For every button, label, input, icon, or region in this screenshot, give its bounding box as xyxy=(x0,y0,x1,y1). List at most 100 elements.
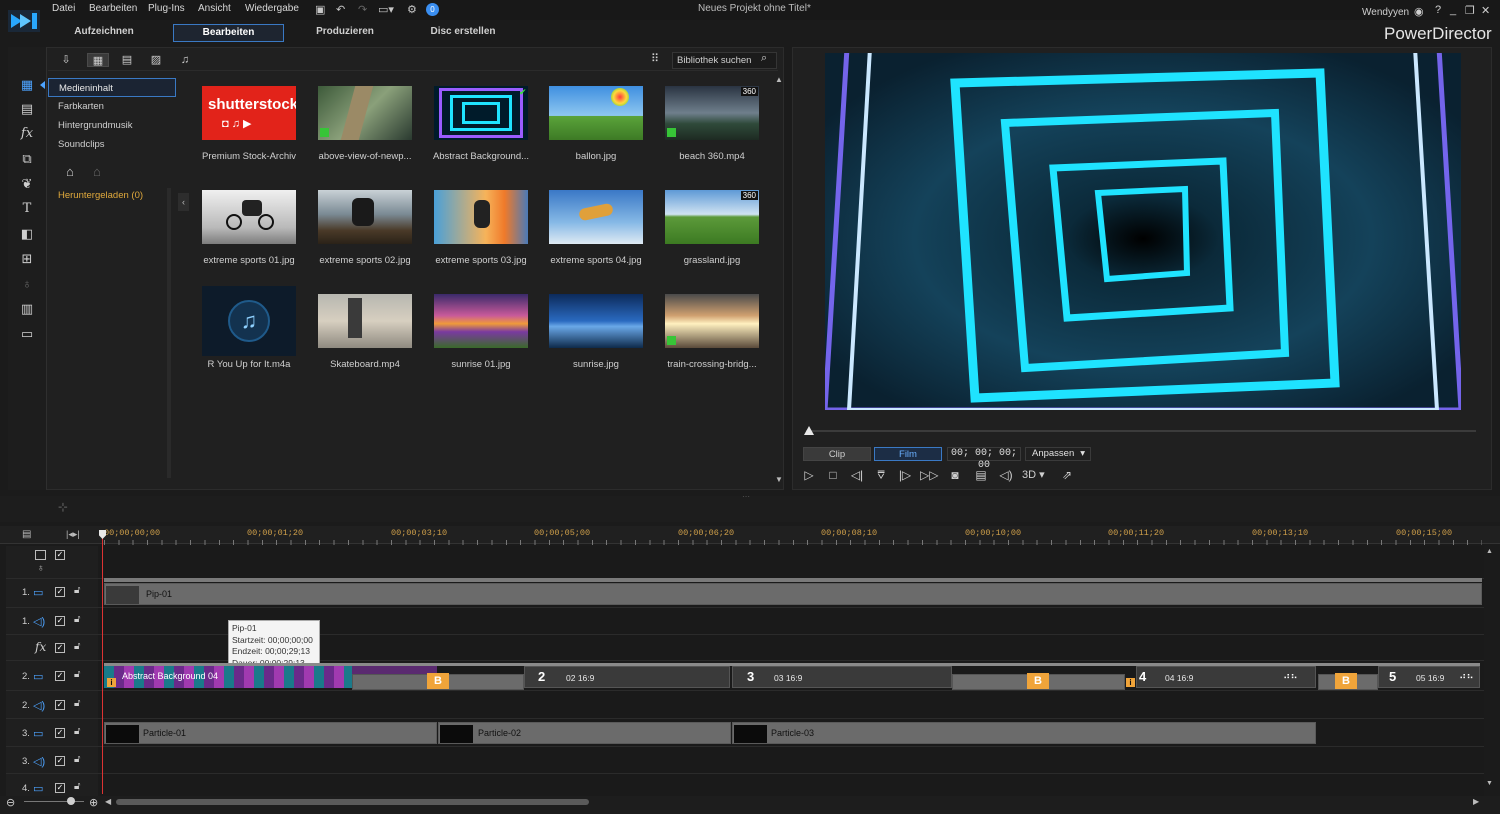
3d-mode-button[interactable]: 3D ▾ xyxy=(1022,468,1045,481)
split-icon[interactable]: ⩢ xyxy=(872,467,890,483)
menu-wiedergabe[interactable]: Wiedergabe xyxy=(245,3,299,14)
tab-aufzeichnen[interactable]: Aufzeichnen xyxy=(58,24,150,42)
category-media[interactable]: Medieninhalt xyxy=(48,78,176,97)
track-enable-checkbox[interactable]: ✓ xyxy=(55,616,65,626)
account-icon[interactable]: ◉ xyxy=(1414,5,1424,18)
save-icon[interactable]: ▣ xyxy=(315,3,325,16)
thumbnail-beach-360[interactable]: 360 xyxy=(665,86,759,140)
edit-tools-icon[interactable]: ⊹ xyxy=(58,500,68,514)
timecode-display[interactable]: 00; 00; 00; 00 xyxy=(947,447,1021,471)
track-enable-checkbox[interactable]: ✓ xyxy=(55,671,65,681)
thumbnail-ballon[interactable] xyxy=(549,86,643,140)
video-filter-icon[interactable]: ▤ xyxy=(116,53,138,67)
transition-icon[interactable]: B xyxy=(427,673,449,689)
transition-icon[interactable]: B xyxy=(1027,673,1049,689)
lock-icon[interactable]: 🔓︎ xyxy=(74,614,80,625)
zoom-in-icon[interactable]: ⊕ xyxy=(89,796,98,809)
thumbnail-extreme-sports-03[interactable] xyxy=(434,190,528,244)
abstract-clip[interactable]: i Abstract Background 04 xyxy=(104,666,352,688)
thumbnail-train-crossing[interactable] xyxy=(665,294,759,348)
track-enable-checkbox[interactable]: ✓ xyxy=(55,728,65,738)
close-icon[interactable]: ✕ xyxy=(1481,4,1490,17)
help-icon[interactable]: ? xyxy=(1435,4,1441,16)
seek-knob[interactable] xyxy=(804,426,814,435)
thumbnail-grassland[interactable]: 360 xyxy=(665,190,759,244)
search-icon[interactable]: ⌕ xyxy=(761,52,767,65)
tab-produzieren[interactable]: Produzieren xyxy=(300,24,390,42)
fit-dropdown[interactable]: Anpassen ▾ xyxy=(1025,447,1091,461)
transition-icon[interactable]: B xyxy=(1335,673,1357,689)
menu-plugins[interactable]: Plug-Ins xyxy=(148,3,185,14)
media-content-filter-icon[interactable]: ▦ xyxy=(87,53,109,67)
all-tracks-checkbox[interactable]: ✓ xyxy=(55,550,65,560)
minimize-icon[interactable]: _ xyxy=(1450,4,1456,16)
film-mode-tab[interactable]: Film xyxy=(874,447,942,461)
image-filter-icon[interactable]: ▨ xyxy=(145,53,167,67)
clip-mode-tab[interactable]: Clip xyxy=(803,447,871,461)
scroll-left-icon[interactable]: ◀ xyxy=(105,797,111,806)
remove-tag-icon[interactable]: ⌂ xyxy=(93,164,101,179)
aspect-ratio-icon[interactable]: ▭▾ xyxy=(378,3,394,16)
menu-bearbeiten[interactable]: Bearbeiten xyxy=(89,3,137,14)
fast-forward-icon[interactable]: ▷▷ xyxy=(920,467,938,483)
pip-clip[interactable]: Pip-01 xyxy=(104,583,1482,605)
template-room-icon[interactable]: ▤ xyxy=(17,100,37,118)
particle-03-clip[interactable]: Particle-03 xyxy=(732,722,1316,744)
thumbnail-extreme-sports-01[interactable] xyxy=(202,190,296,244)
category-background-music[interactable]: Hintergrundmusik xyxy=(48,116,176,135)
category-sound-clips[interactable]: Soundclips xyxy=(48,135,176,154)
audio-filter-icon[interactable]: ♫ xyxy=(174,53,196,67)
lock-icon[interactable]: 🔓︎ xyxy=(74,585,80,596)
particle-room-icon[interactable]: ❦ xyxy=(17,175,37,193)
volume-icon[interactable]: ◁) xyxy=(997,467,1015,483)
chapter-room-icon[interactable]: ▥ xyxy=(17,300,37,318)
scroll-right-icon[interactable]: ▶ xyxy=(1473,797,1479,806)
grid-view-icon[interactable]: ⠿ xyxy=(651,52,659,65)
timeline-horizontal-scrollbar[interactable] xyxy=(116,799,589,805)
thumbnail-extreme-sports-04[interactable] xyxy=(549,190,643,244)
audio-mixing-room-icon[interactable]: ⊞ xyxy=(17,250,37,268)
slide-4-clip[interactable]: 4 04 16:9 ⠴⠦ xyxy=(1136,666,1316,688)
menu-ansicht[interactable]: Ansicht xyxy=(198,3,231,14)
redo-icon[interactable]: ↷ xyxy=(358,3,367,16)
transition-room-icon[interactable]: ◧ xyxy=(17,225,37,243)
particle-02-clip[interactable]: Particle-02 xyxy=(438,722,731,744)
notification-icon[interactable]: 0 xyxy=(426,3,439,16)
track-manager-icon[interactable]: ▤ xyxy=(22,529,31,540)
pip-room-icon[interactable]: ⧉ xyxy=(17,150,37,168)
track-enable-checkbox[interactable]: ✓ xyxy=(55,700,65,710)
subtitle-toggle-icon[interactable]: ▤ xyxy=(972,467,990,483)
lock-icon[interactable]: 🔓︎ xyxy=(74,754,80,765)
downloaded-category[interactable]: Heruntergeladen (0) xyxy=(58,190,143,201)
menu-datei[interactable]: Datei xyxy=(52,3,75,14)
thumbnail-sunrise-01[interactable] xyxy=(434,294,528,348)
library-scrollbar[interactable]: ▲ ▼ xyxy=(775,75,783,485)
stop-icon[interactable]: □ xyxy=(824,467,842,483)
lock-icon[interactable]: 🔓︎ xyxy=(74,781,80,792)
lock-icon[interactable]: 🔓︎ xyxy=(74,641,80,652)
thumbnail-skateboard[interactable] xyxy=(318,294,412,348)
particle-01-clip[interactable]: Particle-01 xyxy=(104,722,437,744)
thumbnail-shutterstock[interactable]: shutterstock ◘ ♫ ▶ xyxy=(202,86,296,140)
lock-icon[interactable]: 🔓︎ xyxy=(74,669,80,680)
timeline-vertical-scrollbar[interactable]: ▲ ▼ xyxy=(1486,548,1493,788)
thumbnail-sunrise[interactable] xyxy=(549,294,643,348)
snapshot-icon[interactable]: ◙ xyxy=(946,467,964,483)
thumbnail-music[interactable]: ♫ xyxy=(202,286,296,356)
thumbnail-abstract-background[interactable]: ✔ xyxy=(434,86,528,140)
zoom-slider[interactable] xyxy=(24,801,84,802)
tab-bearbeiten[interactable]: Bearbeiten xyxy=(173,24,284,42)
category-color-boards[interactable]: Farbkarten xyxy=(48,97,176,116)
collapse-panel-button[interactable]: ‹ xyxy=(178,193,189,211)
slide-2-clip[interactable]: 2 02 16:9 xyxy=(524,666,730,688)
add-tag-icon[interactable]: ⌂ xyxy=(66,164,74,179)
slide-5-clip[interactable]: 5 05 16:9 ⠴⠦ xyxy=(1378,666,1480,688)
next-frame-icon[interactable]: |▷ xyxy=(896,467,914,483)
marker-icon[interactable]: ♁ xyxy=(37,563,45,574)
thumbnail-above-view[interactable] xyxy=(318,86,412,140)
track-enable-checkbox[interactable]: ✓ xyxy=(55,587,65,597)
preview-screen[interactable] xyxy=(825,53,1461,410)
zoom-out-icon[interactable]: ⊖ xyxy=(6,796,15,809)
settings-icon[interactable]: ⚙ xyxy=(407,3,417,16)
thumbnail-extreme-sports-02[interactable] xyxy=(318,190,412,244)
